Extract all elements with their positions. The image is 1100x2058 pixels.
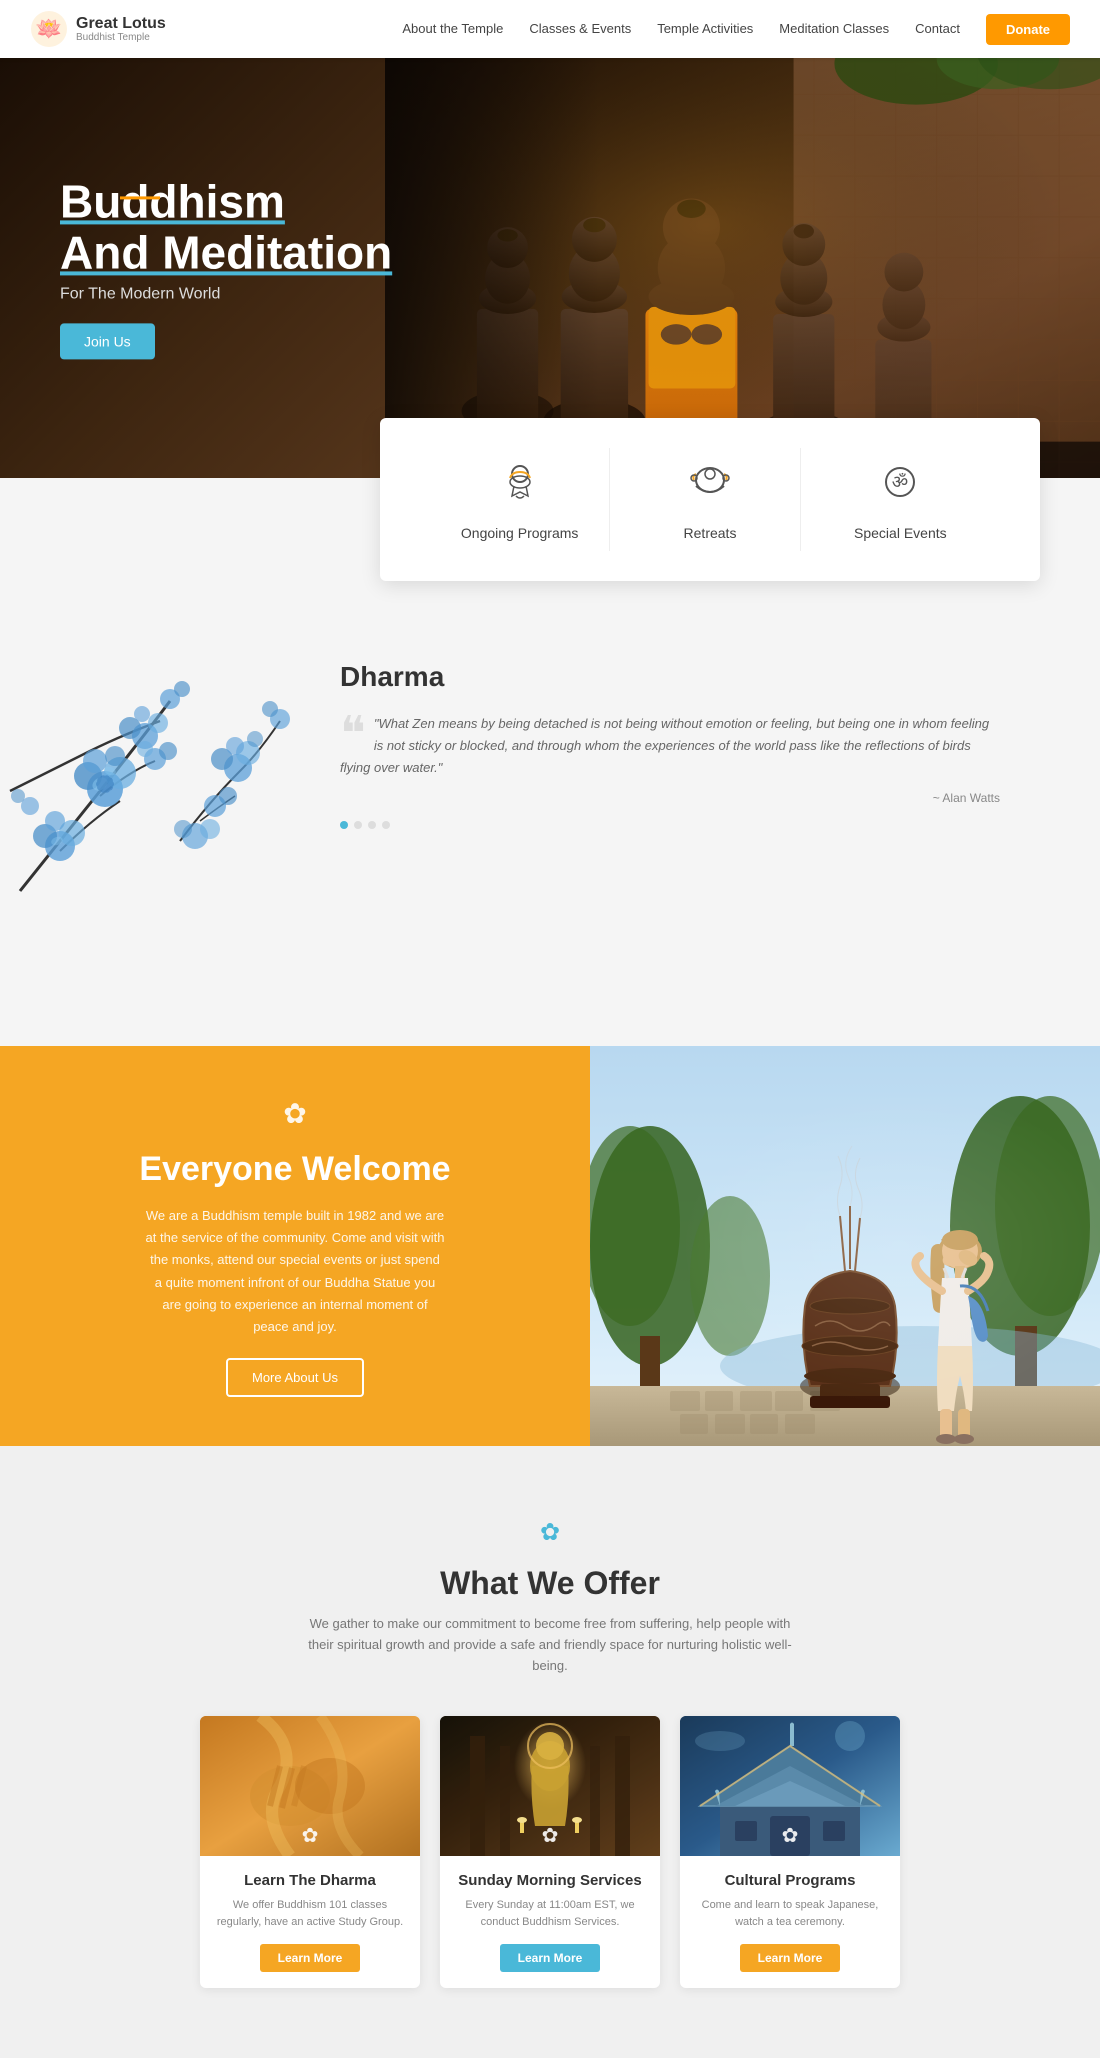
offer-lotus-icon: ✿ — [60, 1516, 1040, 1555]
offer-section: ✿ What We Offer We gather to make our co… — [0, 1446, 1100, 2058]
hero-subtitle: For The Modern World — [60, 286, 392, 304]
dot-3[interactable] — [368, 821, 376, 829]
card-dharma-desc: We offer Buddhism 101 classes regularly,… — [216, 1897, 404, 1930]
welcome-left: ✿ Everyone Welcome We are a Buddhism tem… — [0, 1046, 590, 1446]
nav-meditation[interactable]: Meditation Classes — [779, 21, 889, 36]
card-services-title: Sunday Morning Services — [456, 1872, 644, 1889]
ongoing-icon — [496, 458, 544, 515]
feature-events[interactable]: ॐ Special Events — [811, 448, 990, 551]
logo-text: Great Lotus Buddhist Temple — [76, 15, 166, 44]
more-about-button[interactable]: More About Us — [226, 1358, 364, 1397]
navbar: 🪷 Great Lotus Buddhist Temple About the … — [0, 0, 1100, 58]
hero-image — [385, 58, 1100, 478]
dharma-quote-block: ❝ "What Zen means by being detached is n… — [340, 713, 1000, 779]
hero-title-line2: And Meditation — [60, 226, 392, 278]
card-cultural-image: ✿ — [680, 1716, 900, 1856]
welcome-scene-svg — [590, 1046, 1100, 1446]
svg-text:✿: ✿ — [540, 1519, 560, 1546]
dharma-content: Dharma ❝ "What Zen means by being detach… — [300, 641, 1040, 926]
events-label: Special Events — [854, 525, 947, 541]
features-card: Ongoing Programs Retreats ॐ — [380, 418, 1040, 581]
card-cultural-desc: Come and learn to speak Japanese, watch … — [696, 1897, 884, 1930]
welcome-image — [590, 1046, 1100, 1446]
offer-cards: ✿ Learn The Dharma We offer Buddhism 101… — [60, 1716, 1040, 1988]
hero-accent-bar — [120, 196, 160, 199]
nav-about[interactable]: About the Temple — [402, 21, 503, 36]
card-cultural-body: Cultural Programs Come and learn to spea… — [680, 1856, 900, 1988]
svg-text:✿: ✿ — [283, 1098, 306, 1129]
feature-ongoing[interactable]: Ongoing Programs — [430, 448, 610, 551]
nav-activities[interactable]: Temple Activities — [657, 21, 753, 36]
svg-text:🪷: 🪷 — [35, 16, 62, 41]
card-dharma-cta[interactable]: Learn More — [260, 1944, 361, 1972]
welcome-title: Everyone Welcome — [139, 1150, 450, 1189]
nav-classes[interactable]: Classes & Events — [529, 21, 631, 36]
hero-visual — [385, 58, 1100, 478]
blossom-svg — [0, 641, 290, 921]
card-services-image: ✿ — [440, 1716, 660, 1856]
card3-lotus-icon: ✿ — [782, 1823, 799, 1848]
offer-card-dharma: ✿ Learn The Dharma We offer Buddhism 101… — [200, 1716, 420, 1988]
buddha-statues-svg — [385, 58, 1100, 478]
hero-section: Buddhism And Meditation For The Modern W… — [0, 58, 1100, 478]
card-dharma-body: Learn The Dharma We offer Buddhism 101 c… — [200, 1856, 420, 1988]
dharma-author: ~ Alan Watts — [340, 791, 1000, 805]
features-wrapper: Ongoing Programs Retreats ॐ — [0, 418, 1100, 581]
dharma-title: Dharma — [340, 661, 1000, 693]
card2-lotus-icon: ✿ — [542, 1823, 559, 1848]
card-cultural-cta[interactable]: Learn More — [740, 1944, 841, 1972]
dharma-flowers — [0, 641, 300, 926]
logo[interactable]: 🪷 Great Lotus Buddhist Temple — [30, 10, 166, 48]
dharma-section: Dharma ❝ "What Zen means by being detach… — [0, 581, 1100, 986]
offer-subtitle: We gather to make our commitment to beco… — [300, 1614, 800, 1676]
welcome-lotus-icon: ✿ — [277, 1095, 313, 1138]
welcome-section: ✿ Everyone Welcome We are a Buddhism tem… — [0, 1046, 1100, 1446]
card-services-body: Sunday Morning Services Every Sunday at … — [440, 1856, 660, 1988]
logo-icon: 🪷 — [30, 10, 68, 48]
events-icon: ॐ — [876, 458, 924, 515]
nav-contact[interactable]: Contact — [915, 21, 960, 36]
offer-title: What We Offer — [60, 1565, 1040, 1602]
offer-card-cultural: ✿ Cultural Programs Come and learn to sp… — [680, 1716, 900, 1988]
card-services-cta[interactable]: Learn More — [500, 1944, 601, 1972]
site-tagline: Buddhist Temple — [76, 32, 166, 43]
feature-retreats[interactable]: Retreats — [620, 448, 800, 551]
nav-links: About the Temple Classes & Events Temple… — [402, 14, 1070, 45]
offer-card-services: ✿ Sunday Morning Services Every Sunday a… — [440, 1716, 660, 1988]
welcome-description: We are a Buddhism temple built in 1982 a… — [145, 1205, 445, 1338]
retreats-label: Retreats — [684, 525, 737, 541]
quote-mark: ❝ — [340, 723, 366, 747]
welcome-right — [590, 1046, 1100, 1446]
dharma-dots — [340, 821, 1000, 829]
dot-4[interactable] — [382, 821, 390, 829]
card1-lotus-icon: ✿ — [302, 1823, 319, 1848]
dharma-quote: "What Zen means by being detached is not… — [340, 713, 1000, 779]
hero-content: Buddhism And Meditation For The Modern W… — [60, 176, 392, 359]
dot-1[interactable] — [340, 821, 348, 829]
join-button[interactable]: Join Us — [60, 324, 155, 360]
donate-button[interactable]: Donate — [986, 14, 1070, 45]
dot-2[interactable] — [354, 821, 362, 829]
card-services-desc: Every Sunday at 11:00am EST, we conduct … — [456, 1897, 644, 1930]
card-cultural-title: Cultural Programs — [696, 1872, 884, 1889]
hero-title: Buddhism And Meditation — [60, 176, 392, 277]
retreats-icon — [686, 458, 734, 515]
site-name: Great Lotus — [76, 15, 166, 33]
card-dharma-title: Learn The Dharma — [216, 1872, 404, 1889]
card-dharma-image: ✿ — [200, 1716, 420, 1856]
ongoing-label: Ongoing Programs — [461, 525, 579, 541]
svg-text:ॐ: ॐ — [892, 472, 908, 492]
